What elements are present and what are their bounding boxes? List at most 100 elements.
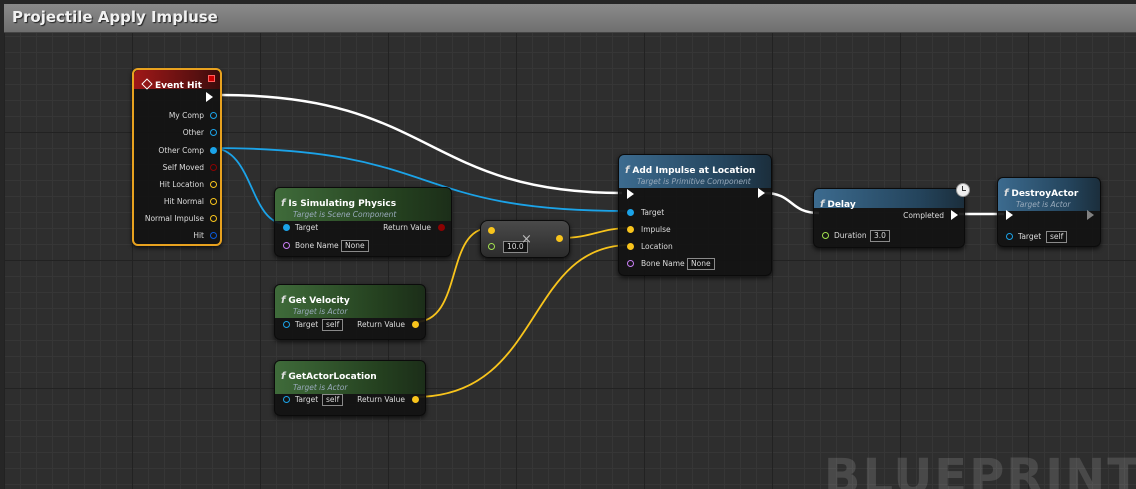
is-simulating-physics-subtitle: Target is Scene Component [293,210,397,219]
bone-name-field[interactable]: None [341,240,369,252]
add-impulse-at-location-node[interactable]: f Add Impulse at Location Target is Primi… [618,154,772,276]
event-diamond-icon [141,78,153,90]
pin-location-return[interactable] [412,396,419,403]
pin-label-destroy-target: Target [1018,232,1042,241]
pin-hit[interactable] [210,232,217,239]
pin-label-impulse-bone-name: Bone Name [641,259,685,268]
vector-wire-location-to-impulse [414,244,631,398]
pin-multiply-a[interactable] [488,227,495,234]
add-impulse-title: Add Impulse at Location [632,166,756,176]
pin-velocity-return[interactable] [412,321,419,328]
pin-label-simulating-target: Target [295,223,319,232]
destroy-actor-header: f DestroyActor Target is Actor [998,178,1100,211]
pin-label-location-return: Return Value [357,395,405,404]
pin-multiply-b[interactable] [488,243,495,250]
pin-impulse-bone-name[interactable] [627,260,634,267]
get-actor-location-node[interactable]: f GetActorLocation Target is Actor Target… [274,360,426,416]
pin-label-simulating-bone-name: Bone Name [295,241,339,250]
function-icon: f [281,198,286,209]
delegate-pin-icon[interactable] [208,75,215,82]
get-velocity-subtitle: Target is Actor [293,307,348,316]
pin-impulse-location[interactable] [627,243,634,250]
pin-label-velocity-target: Target [295,320,319,329]
pin-hit-location[interactable] [210,181,217,188]
pin-label-self-moved: Self Moved [162,163,204,172]
is-simulating-physics-node[interactable]: f Is Simulating Physics Target is Scene C… [274,187,452,257]
pin-label-my-comp: My Comp [168,111,204,120]
pin-location-target[interactable] [283,396,290,403]
pin-label-hit: Hit [193,231,204,240]
pin-simulating-bone-name[interactable] [283,242,290,249]
pin-my-comp[interactable] [210,112,217,119]
latent-clock-icon [956,183,970,197]
pin-hit-normal[interactable] [210,198,217,205]
graph-title-bar: Projectile Apply Impluse [4,4,1136,33]
blueprint-graph-canvas[interactable]: Projectile Apply Impluse BLUEPRINT Event… [4,4,1136,489]
multiply-node[interactable]: 10.0 × [480,220,570,258]
add-impulse-exec-out-pin[interactable] [758,188,765,198]
pin-label-hit-location: Hit Location [159,180,204,189]
pin-impulse-target[interactable] [627,209,634,216]
pin-label-impulse-impulse: Impulse [641,225,671,234]
pin-label-velocity-return: Return Value [357,320,405,329]
event-hit-header: Event Hit [134,70,220,91]
pin-label-normal-impulse: Normal Impulse [144,214,204,223]
get-actor-location-header: f GetActorLocation Target is Actor [275,361,425,394]
multiply-symbol-icon: × [521,232,532,247]
function-icon: f [820,199,825,210]
pin-delay-duration[interactable] [822,232,829,239]
function-icon: f [281,371,286,382]
delay-node[interactable]: f Delay Completed Duration 3.0 [813,183,970,248]
pin-simulating-return[interactable] [438,224,445,231]
pin-label-location-target: Target [295,395,319,404]
pin-impulse-impulse[interactable] [627,226,634,233]
event-hit-title: Event Hit [155,81,202,91]
velocity-target-field[interactable]: self [322,319,344,331]
pin-label-impulse-target: Target [641,208,665,217]
get-velocity-node[interactable]: f Get Velocity Target is Actor Target sel… [274,284,426,340]
pin-simulating-target[interactable] [283,224,290,231]
pin-self-moved[interactable] [210,164,217,171]
pin-label-simulating-return: Return Value [383,223,431,232]
add-impulse-exec-in-pin[interactable] [627,189,634,199]
get-actor-location-title: GetActorLocation [288,372,377,382]
add-impulse-header: f Add Impulse at Location Target is Primi… [619,155,771,188]
pin-label-other-comp: Other Comp [158,146,204,155]
delay-completed-exec-pin[interactable] [951,210,958,220]
event-hit-node[interactable]: Event Hit My Comp Other Other Comp Self … [132,68,222,246]
pin-destroy-target[interactable] [1006,233,1013,240]
is-simulating-physics-header: f Is Simulating Physics Target is Scene C… [275,188,451,221]
pin-multiply-out[interactable] [556,235,563,242]
graph-title: Projectile Apply Impluse [12,8,218,26]
destroy-actor-title: DestroyActor [1011,189,1079,199]
get-velocity-header: f Get Velocity Target is Actor [275,285,425,318]
get-actor-location-subtitle: Target is Actor [293,383,348,392]
delay-duration-field[interactable]: 3.0 [870,230,890,242]
pin-label-delay-completed: Completed [903,211,944,220]
exec-wire-impulse-to-delay [763,191,820,215]
function-icon: f [1004,188,1009,199]
function-icon: f [625,165,630,176]
pin-label-hit-normal: Hit Normal [163,197,204,206]
event-hit-exec-out-pin[interactable] [206,92,213,102]
destroy-exec-in-pin[interactable] [1006,210,1013,220]
destroy-target-field[interactable]: self [1046,231,1068,243]
function-icon: f [281,295,286,306]
destroy-exec-out-pin[interactable] [1087,210,1094,220]
delay-title: Delay [827,200,856,210]
delay-exec-in-pin[interactable] [822,210,829,220]
pin-label-other: Other [182,128,204,137]
blueprint-watermark: BLUEPRINT [823,449,1136,489]
pin-normal-impulse[interactable] [210,215,217,222]
get-velocity-title: Get Velocity [288,296,350,306]
pin-other[interactable] [210,129,217,136]
is-simulating-physics-title: Is Simulating Physics [288,199,397,209]
pin-label-impulse-location: Location [641,242,673,251]
impulse-bone-name-field[interactable]: None [687,258,715,270]
delay-header: f Delay [814,189,964,210]
location-target-field[interactable]: self [322,394,344,406]
pin-other-comp[interactable] [210,147,217,154]
add-impulse-subtitle: Target is Primitive Component [637,177,751,186]
pin-velocity-target[interactable] [283,321,290,328]
destroy-actor-node[interactable]: f DestroyActor Target is Actor Target sel… [997,177,1101,247]
